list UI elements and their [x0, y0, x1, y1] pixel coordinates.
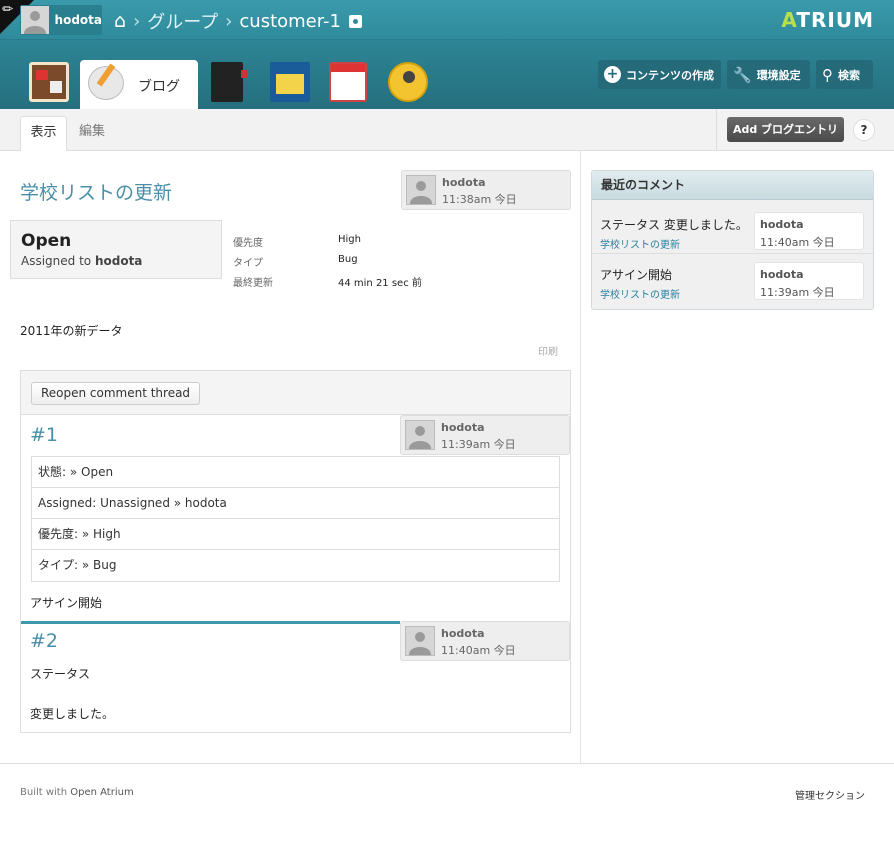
wrench-icon: 🔧 [733, 65, 752, 84]
help-button[interactable]: ? [853, 119, 875, 141]
status-value: Open [21, 231, 72, 251]
comment-author-name[interactable]: hodota [441, 421, 485, 434]
thread-header: Reopen comment thread [21, 371, 570, 415]
avatar [21, 6, 49, 34]
table-row: タイプ: » Bug [38, 558, 117, 572]
avatar [406, 175, 436, 205]
comment-text: アサイン開始 [30, 596, 103, 610]
meta-value-type: Bug [338, 254, 358, 265]
table-row: Assigned: Unassigned » hodota [32, 488, 559, 519]
reopen-thread-button[interactable]: Reopen comment thread [31, 382, 200, 405]
settings-button[interactable]: 🔧 環境設定 [727, 60, 810, 89]
print-link[interactable]: 印刷 [538, 343, 558, 358]
column-divider [580, 151, 581, 763]
breadcrumb: ⌂ › グループ › customer-1 [114, 8, 362, 34]
comment-author-name[interactable]: hodota [441, 627, 485, 640]
blog-icon [88, 66, 124, 100]
footer-credit: Built with Open Atrium [20, 787, 134, 798]
admin-section-link[interactable]: 管理セクション [795, 787, 865, 802]
comment-author: hodota 11:40am 今日 [400, 621, 570, 661]
feature-nav: ブログ + コンテンツの作成 🔧 環境設定 ⚲ 検索 [0, 40, 894, 109]
comment-highlight-bar [21, 621, 400, 624]
tab-edit[interactable]: 編集 [79, 116, 105, 148]
author-name[interactable]: hodota [442, 176, 486, 189]
post-author: hodota 11:38am 今日 [401, 170, 571, 210]
assignee[interactable]: hodota [95, 254, 142, 268]
recent-comment-link[interactable]: 学校リストの更新 [600, 286, 680, 301]
todo-icon[interactable] [270, 62, 310, 102]
add-blog-entry-button[interactable]: Add ブログエントリ [727, 117, 844, 142]
top-bar: ✎ hodota ⌂ › グループ › customer-1 ATRIUM [0, 0, 894, 40]
recent-comment-text: ステータス 変更しました。 [600, 218, 748, 232]
recent-comments-panel: 最近のコメント ステータス 変更しました。 学校リストの更新 hodota 11… [591, 170, 874, 310]
chevron-right-icon: › [225, 10, 233, 32]
tab-blog[interactable]: ブログ [80, 60, 198, 109]
comment-timestamp: 11:40am 今日 [441, 644, 516, 657]
footer-divider [0, 763, 894, 764]
home-icon[interactable]: ⌂ [114, 10, 126, 32]
recent-comment-text: アサイン開始 [600, 268, 673, 282]
comment-author: hodota 11:39am 今日 [400, 415, 570, 455]
comment-text: ステータス [30, 667, 91, 681]
meta-value-updated: 44 min 21 sec 前 [338, 278, 422, 289]
calendar-icon[interactable] [329, 62, 367, 102]
dashboard-icon[interactable] [29, 62, 69, 102]
assigned-line: Assigned to hodota [21, 254, 143, 268]
table-row: 状態: » Open [32, 457, 559, 488]
search-icon: ⚲ [822, 65, 833, 84]
tab-blog-label: ブログ [138, 79, 180, 95]
meta-label-type: タイプ [233, 258, 263, 269]
post-body: 2011年の新データ [20, 324, 123, 338]
recent-comment-author: hodota 11:40am 今日 [754, 212, 864, 250]
panel-title: 最近のコメント [592, 171, 873, 200]
comment-number[interactable]: #1 [30, 424, 58, 446]
tab-view[interactable]: 表示 [20, 116, 67, 151]
change-table: 状態: » Open Assigned: Unassigned » hodota… [31, 456, 560, 582]
atrium-logo[interactable]: ATRIUM [781, 8, 874, 32]
page-title: 学校リストの更新 [20, 182, 173, 204]
meta-label-updated: 最終更新 [233, 278, 273, 289]
user-name: hodota [54, 13, 102, 27]
post-timestamp: 11:38am 今日 [442, 193, 517, 206]
lock-icon [348, 14, 362, 28]
search-button[interactable]: ⚲ 検索 [816, 60, 873, 89]
open-atrium-link[interactable]: Open Atrium [70, 787, 133, 798]
table-row: 優先度: » High [32, 519, 559, 550]
list-item: ステータス 変更しました。 学校リストの更新 hodota 11:40am 今日 [592, 204, 873, 254]
chevron-right-icon: › [133, 10, 141, 32]
status-box: Open Assigned to hodota [10, 220, 222, 279]
avatar [405, 420, 435, 450]
list-item: アサイン開始 学校リストの更新 hodota 11:39am 今日 [592, 254, 873, 304]
breadcrumb-groups[interactable]: グループ [147, 8, 218, 34]
comment-number[interactable]: #2 [30, 630, 58, 652]
members-icon[interactable] [388, 62, 428, 102]
meta-label-priority: 優先度 [233, 238, 263, 249]
comment-text: 変更しました。 [30, 707, 115, 721]
comment-timestamp: 11:39am 今日 [441, 438, 516, 451]
avatar [405, 626, 435, 656]
user-menu[interactable]: hodota [20, 5, 102, 35]
recent-comment-author: hodota 11:39am 今日 [754, 262, 864, 300]
breadcrumb-current[interactable]: customer-1 [239, 11, 341, 32]
notebook-icon[interactable] [211, 62, 247, 102]
plus-icon: + [604, 66, 621, 83]
recent-comment-link[interactable]: 学校リストの更新 [600, 236, 680, 251]
create-content-button[interactable]: + コンテンツの作成 [598, 60, 721, 89]
meta-value-priority: High [338, 234, 361, 245]
